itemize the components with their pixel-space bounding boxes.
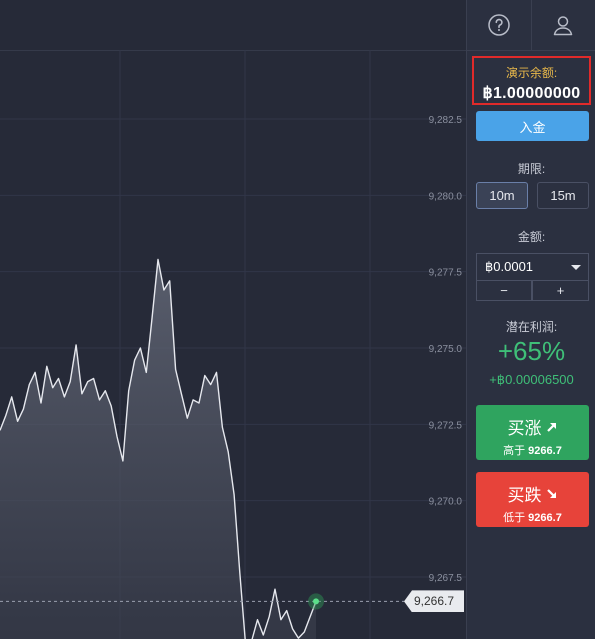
buy-up-label: 买涨 — [507, 419, 542, 438]
y-tick-label: 9,282.5 — [429, 115, 463, 126]
help-button[interactable] — [467, 0, 531, 50]
buy-up-prefix: 高于 — [503, 445, 526, 457]
amount-decrease-button[interactable]: − — [476, 281, 532, 301]
panel-header — [467, 0, 595, 51]
chevron-down-icon — [571, 265, 581, 270]
y-tick-label: 9,270.0 — [429, 497, 463, 508]
buy-down-price: 9266.7 — [528, 512, 562, 524]
question-circle-icon — [488, 14, 510, 36]
period-option-10m[interactable]: 10m — [476, 182, 528, 209]
amount-increase-button[interactable]: + — [532, 281, 589, 301]
amount-label: 金额: — [517, 230, 546, 244]
y-tick-label: 9,280.0 — [429, 191, 463, 202]
profit-label: 潜在利润: — [505, 320, 558, 334]
y-tick-label: 9,267.5 — [429, 573, 463, 584]
current-point — [313, 598, 319, 605]
amount-value: ฿0.0001 — [485, 259, 534, 274]
profit-percent: +65% — [497, 336, 566, 366]
y-tick-label: 9,275.0 — [429, 344, 463, 355]
price-chart: 9,282.5 9,280.0 9,277.5 9,275.0 9,272.5 9,270… — [0, 0, 466, 639]
current-price-tag: 9,266.7 — [404, 590, 464, 613]
profit-amount: +฿0.00006500 — [489, 372, 574, 387]
buy-down-label: 买跌 — [507, 486, 542, 505]
period-option-15m[interactable]: 15m — [537, 182, 589, 209]
demo-balance: 演示余额: ฿1.00000000 — [472, 56, 591, 105]
period-label: 期限: — [517, 162, 546, 176]
y-tick-label: 9,277.5 — [429, 268, 463, 279]
buy-up-price: 9266.7 — [528, 445, 562, 457]
buy-down-prefix: 低于 — [503, 512, 526, 524]
buy-up-button[interactable]: 买涨 高于 9266.7 — [476, 405, 589, 460]
balance-value: ฿1.00000000 — [482, 85, 581, 102]
arrow-up-right-icon — [546, 422, 556, 432]
arrow-down-right-icon — [546, 488, 556, 498]
y-tick-label: 9,272.5 — [429, 420, 463, 431]
trade-panel: 演示余额: ฿1.00000000 入金 期限: 10m 15m 金额: ฿0.… — [466, 0, 595, 639]
chart-svg: 9,282.5 9,280.0 9,277.5 9,275.0 9,272.5 9,270… — [0, 50, 466, 639]
user-button[interactable] — [530, 0, 595, 50]
amount-select[interactable]: ฿0.0001 — [476, 253, 589, 281]
deposit-button[interactable]: 入金 — [476, 111, 589, 141]
user-icon — [554, 16, 573, 36]
balance-label: 演示余额: — [505, 66, 558, 80]
price-area — [0, 259, 316, 639]
buy-down-button[interactable]: 买跌 低于 9266.7 — [476, 472, 589, 527]
